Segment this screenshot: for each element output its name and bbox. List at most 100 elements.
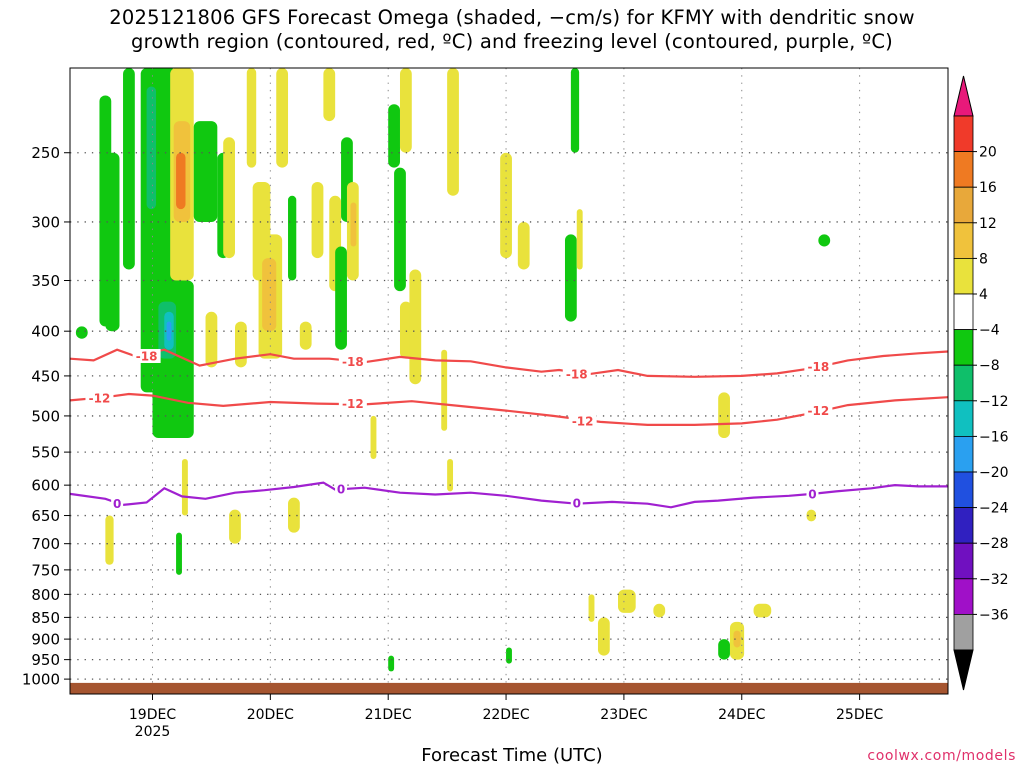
y-tick-label: 700 xyxy=(31,535,60,553)
colorbar-box xyxy=(953,507,974,544)
y-tick-label: 900 xyxy=(31,631,60,649)
omega-region xyxy=(570,68,580,153)
omega-region xyxy=(223,137,235,259)
colorbar-label: 20 xyxy=(979,145,997,161)
omega-region xyxy=(506,647,512,664)
colorbar-box xyxy=(953,329,974,366)
colorbar-label: −16 xyxy=(979,429,1009,445)
colorbar-box xyxy=(953,614,974,651)
colorbar-label: 12 xyxy=(979,216,997,232)
colorbar-label: −24 xyxy=(979,501,1009,517)
y-tick-label: 750 xyxy=(31,561,60,579)
x-tick-label: 20DEC xyxy=(247,707,294,723)
surface-terrain xyxy=(70,682,948,694)
omega-region xyxy=(123,68,135,270)
y-tick-label: 950 xyxy=(31,651,60,669)
omega-region xyxy=(447,68,459,196)
omega-region xyxy=(311,181,324,259)
colorbar-top-triangle xyxy=(953,75,974,117)
contour-label: 0 xyxy=(573,497,581,511)
colorbar-box xyxy=(953,186,974,224)
omega-region xyxy=(753,603,772,618)
chart: -18 -18 -18 -18 -12 -12 -12 -12 0 0 0 0 250 300 350 40… xyxy=(22,67,1009,740)
colorbar-box xyxy=(953,364,974,402)
omega-shading xyxy=(75,68,831,672)
x-tick-label: 22DEC xyxy=(482,707,529,723)
colorbar-box xyxy=(953,435,974,473)
colorbar-box xyxy=(953,400,974,437)
x-tick-label: 24DEC xyxy=(718,707,765,723)
colorbar-box xyxy=(953,115,974,152)
colorbar: 20 16 12 8 4 −4 −8 −12 −16 −20 −24 −28 −32 −36 xyxy=(953,75,1009,691)
x-axis: 19DEC2025 20DEC 21DEC 22DEC 23DEC 24DEC 25DEC xyxy=(129,694,883,740)
omega-region xyxy=(193,121,218,222)
omega-region xyxy=(176,532,182,575)
omega-region xyxy=(166,321,172,341)
contour-label: 0 xyxy=(337,482,345,496)
colorbar-box xyxy=(953,293,974,330)
omega-region xyxy=(597,617,610,656)
omega-region xyxy=(370,415,377,459)
contour-label: -12 xyxy=(89,392,111,406)
colorbar-label: 4 xyxy=(979,287,988,303)
y-tick-label: 500 xyxy=(31,407,60,425)
contour-label: -12 xyxy=(808,404,830,418)
omega-region xyxy=(517,221,530,270)
y-tick-label: 650 xyxy=(31,507,60,525)
y-tick-label: 350 xyxy=(31,272,60,290)
omega-region xyxy=(205,311,218,368)
omega-region xyxy=(447,458,454,492)
colorbar-label: 8 xyxy=(979,251,988,267)
colorbar-label: −4 xyxy=(979,323,1000,339)
omega-region xyxy=(399,68,412,153)
omega-region xyxy=(441,349,448,431)
x-tick-label: 25DEC xyxy=(836,707,883,723)
contour-label: -18 xyxy=(136,349,158,363)
y-tick-label: 550 xyxy=(31,444,60,462)
contour-label: -12 xyxy=(572,415,594,429)
contour-label: -18 xyxy=(566,368,588,382)
colorbar-label: −20 xyxy=(979,465,1009,481)
site-credit: coolwx.com/models xyxy=(867,748,1016,764)
colorbar-label: −32 xyxy=(979,572,1009,588)
omega-region xyxy=(718,392,730,439)
omega-region xyxy=(105,152,120,332)
omega-region xyxy=(323,68,336,122)
omega-region xyxy=(229,509,241,544)
y-tick-label: 300 xyxy=(31,213,60,231)
omega-region xyxy=(818,234,831,247)
colorbar-label: 16 xyxy=(979,180,997,196)
y-tick-label: 600 xyxy=(31,477,60,495)
omega-region xyxy=(500,152,512,259)
contours: -18 -18 -18 -18 -12 -12 -12 -12 0 0 0 0 xyxy=(69,348,949,511)
y-tick-label: 850 xyxy=(31,609,60,627)
y-tick-label: 250 xyxy=(31,144,60,162)
omega-region xyxy=(75,326,88,339)
colorbar-box xyxy=(953,151,974,188)
omega-region xyxy=(576,209,583,270)
colorbar-box xyxy=(953,257,974,295)
omega-region xyxy=(246,68,257,168)
y-tick-label: 1000 xyxy=(22,671,60,689)
colorbar-box xyxy=(953,578,974,615)
contour-label: -18 xyxy=(808,360,830,374)
omega-region xyxy=(176,152,186,210)
contour-label: 0 xyxy=(808,487,816,501)
colorbar-label: −36 xyxy=(979,607,1009,623)
colorbar-label: −12 xyxy=(979,394,1009,410)
y-tick-label: 400 xyxy=(31,323,60,341)
omega-region xyxy=(299,321,312,350)
omega-region xyxy=(653,603,666,618)
colorbar-bottom-triangle xyxy=(953,649,974,691)
contour-label: -18 xyxy=(342,355,364,369)
omega-region xyxy=(388,104,400,168)
omega-region xyxy=(564,234,577,322)
omega-region xyxy=(409,269,422,385)
contour-label: 0 xyxy=(113,497,121,511)
omega-region xyxy=(181,458,188,516)
omega-region xyxy=(262,258,277,332)
x-tick-label: 19DEC xyxy=(129,707,176,723)
colorbar-label: −8 xyxy=(979,358,1000,374)
x-tick-label: 23DEC xyxy=(600,707,647,723)
omega-region xyxy=(288,195,297,281)
